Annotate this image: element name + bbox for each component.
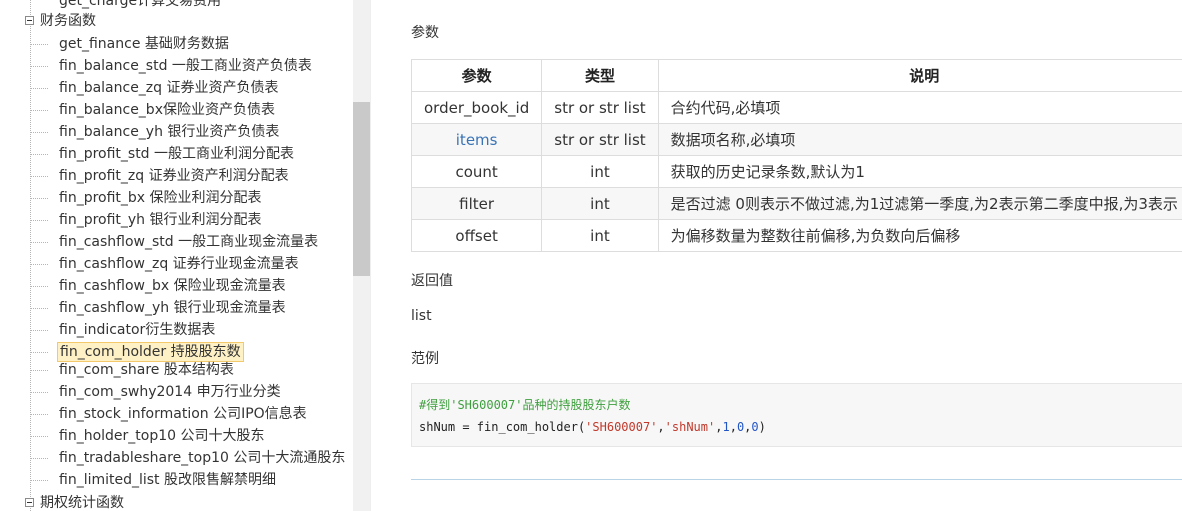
params-table: 参数 类型 说明 order_book_id str or str list 合约代… [410,59,1182,252]
param-desc-cell: 获取的历史记录条数,默认为1 [657,155,1182,188]
tree-item[interactable]: fin_stock_information 公司IPO信息表 [59,404,307,424]
code-arg-symbol: 'SH600007' [585,420,658,434]
code-call: shNum = fin_com_holder( [419,420,586,434]
code-arg-count: 1 [722,420,730,434]
tree-connector [30,436,48,437]
param-type-cell: str or str list [541,91,659,124]
tree-connector [30,480,48,481]
tree-connector [30,176,48,177]
tree-item[interactable]: get_finance 基础财务数据 [59,34,229,54]
table-row: offset int 为偏移数量为整数往前偏移,为负数向后偏移 [410,219,1182,252]
tree-category-options[interactable]: 期权统计函数 [40,493,124,511]
code-example: #得到'SH600007'品种的持股股东户数 shNum = fin_com_h… [411,383,1182,447]
tree-connector [30,264,48,265]
param-name-cell: offset [410,219,543,252]
tree-connector [30,44,48,45]
param-type-cell: int [541,155,659,188]
param-name-cell: items [410,123,543,156]
tree-connector [30,110,48,111]
column-header-param: 参数 [410,59,543,92]
code-statement: shNum = fin_com_holder('SH600007','shNum… [419,420,766,434]
tree-item[interactable]: fin_profit_bx 保险业利润分配表 [59,188,262,208]
tree-item[interactable]: fin_balance_yh 银行业资产负债表 [59,122,279,142]
tree-item-get-charge[interactable]: get_charge计算交易费用 [59,0,221,11]
tree-connector [30,88,48,89]
tree-item[interactable]: fin_limited_list 股改限售解禁明细 [59,470,276,490]
code-close-paren: ) [758,420,766,434]
section-divider [411,479,1182,480]
table-header-row: 参数 类型 说明 [410,59,1182,92]
tree-connector [30,154,48,155]
tree-connector [30,220,48,221]
tree-item[interactable]: fin_balance_std 一般工商业资产负债表 [59,56,312,76]
column-header-type: 类型 [541,59,659,92]
code-comma: , [729,420,737,434]
tree-item[interactable]: fin_com_holder 持股股东数 [57,342,244,362]
return-heading: 返回值 [411,273,453,289]
tree-item[interactable]: fin_cashflow_zq 证券行业现金流量表 [59,254,299,274]
tree-connector [30,66,48,67]
code-arg-item: 'shNum' [664,420,716,434]
tree-item[interactable]: fin_tradableshare_top10 公司十大流通股东 [59,448,345,468]
column-header-desc: 说明 [657,59,1182,92]
tree-connector [30,308,48,309]
param-name-cell: filter [410,187,543,220]
tree-connector [30,352,48,353]
example-heading: 范例 [411,351,439,367]
code-comment: #得到'SH600007'品种的持股股东户数 [419,398,631,412]
param-name-cell: count [410,155,543,188]
table-row: order_book_id str or str list 合约代码,必填项 [410,91,1182,124]
code-comma: , [657,420,665,434]
doc-content: 参数 参数 类型 说明 order_book_id str or str list… [371,0,1182,511]
sidebar-scrollbar-thumb[interactable] [353,102,370,276]
table-row: count int 获取的历史记录条数,默认为1 [410,155,1182,188]
tree-connector [30,132,48,133]
tree-connector [30,242,48,243]
tree-connector [30,330,48,331]
tree-guide-line [30,0,31,511]
param-type-cell: str or str list [541,123,659,156]
param-desc-cell: 是否过滤 0则表示不做过滤,为1过滤第一季度,为2表示第二季度中报,为3表示 [657,187,1182,220]
tree-category-finance[interactable]: 财务函数 [40,11,96,31]
table-row: items str or str list 数据项名称,必填项 [410,123,1182,156]
tree-item[interactable]: fin_indicator衍生数据表 [59,320,215,340]
tree-item[interactable]: fin_cashflow_bx 保险业现金流量表 [59,276,286,296]
param-name-cell: order_book_id [410,91,543,124]
tree-connector [30,286,48,287]
tree-connector [30,392,48,393]
param-desc-cell: 合约代码,必填项 [657,91,1182,124]
tree-item[interactable]: fin_profit_yh 银行业利润分配表 [59,210,262,230]
collapse-icon[interactable] [25,16,34,25]
params-heading: 参数 [411,25,439,41]
tree-connector [30,414,48,415]
param-type-cell: int [541,187,659,220]
tree-item[interactable]: fin_profit_std 一般工商业利润分配表 [59,144,294,164]
sidebar-tree: get_charge计算交易费用 财务函数 get_finance 基础财务数据… [0,0,353,511]
collapse-icon[interactable] [25,498,34,507]
tree-connector [30,198,48,199]
return-value: list [411,308,432,324]
tree-item[interactable]: fin_balance_bx保险业资产负债表 [59,100,275,120]
param-type-cell: int [541,219,659,252]
tree-item[interactable]: fin_holder_top10 公司十大股东 [59,426,264,446]
tree-item[interactable]: fin_cashflow_std 一般工商业现金流量表 [59,232,318,252]
tree-item[interactable]: fin_balance_zq 证券业资产负债表 [59,78,279,98]
table-row: filter int 是否过滤 0则表示不做过滤,为1过滤第一季度,为2表示第二季度… [410,187,1182,220]
tree-item[interactable]: fin_com_share 股本结构表 [59,360,234,380]
param-link[interactable]: items [456,131,498,149]
param-desc-cell: 为偏移数量为整数往前偏移,为负数向后偏移 [657,219,1182,252]
tree-item[interactable]: fin_cashflow_yh 银行业现金流量表 [59,298,286,318]
code-arg-offset: 0 [751,420,759,434]
tree-connector [30,370,48,371]
param-desc-cell: 数据项名称,必填项 [657,123,1182,156]
tree-item[interactable]: fin_com_swhy2014 申万行业分类 [59,382,281,402]
tree-connector [30,458,48,459]
tree-item[interactable]: fin_profit_zq 证券业资产利润分配表 [59,166,289,186]
